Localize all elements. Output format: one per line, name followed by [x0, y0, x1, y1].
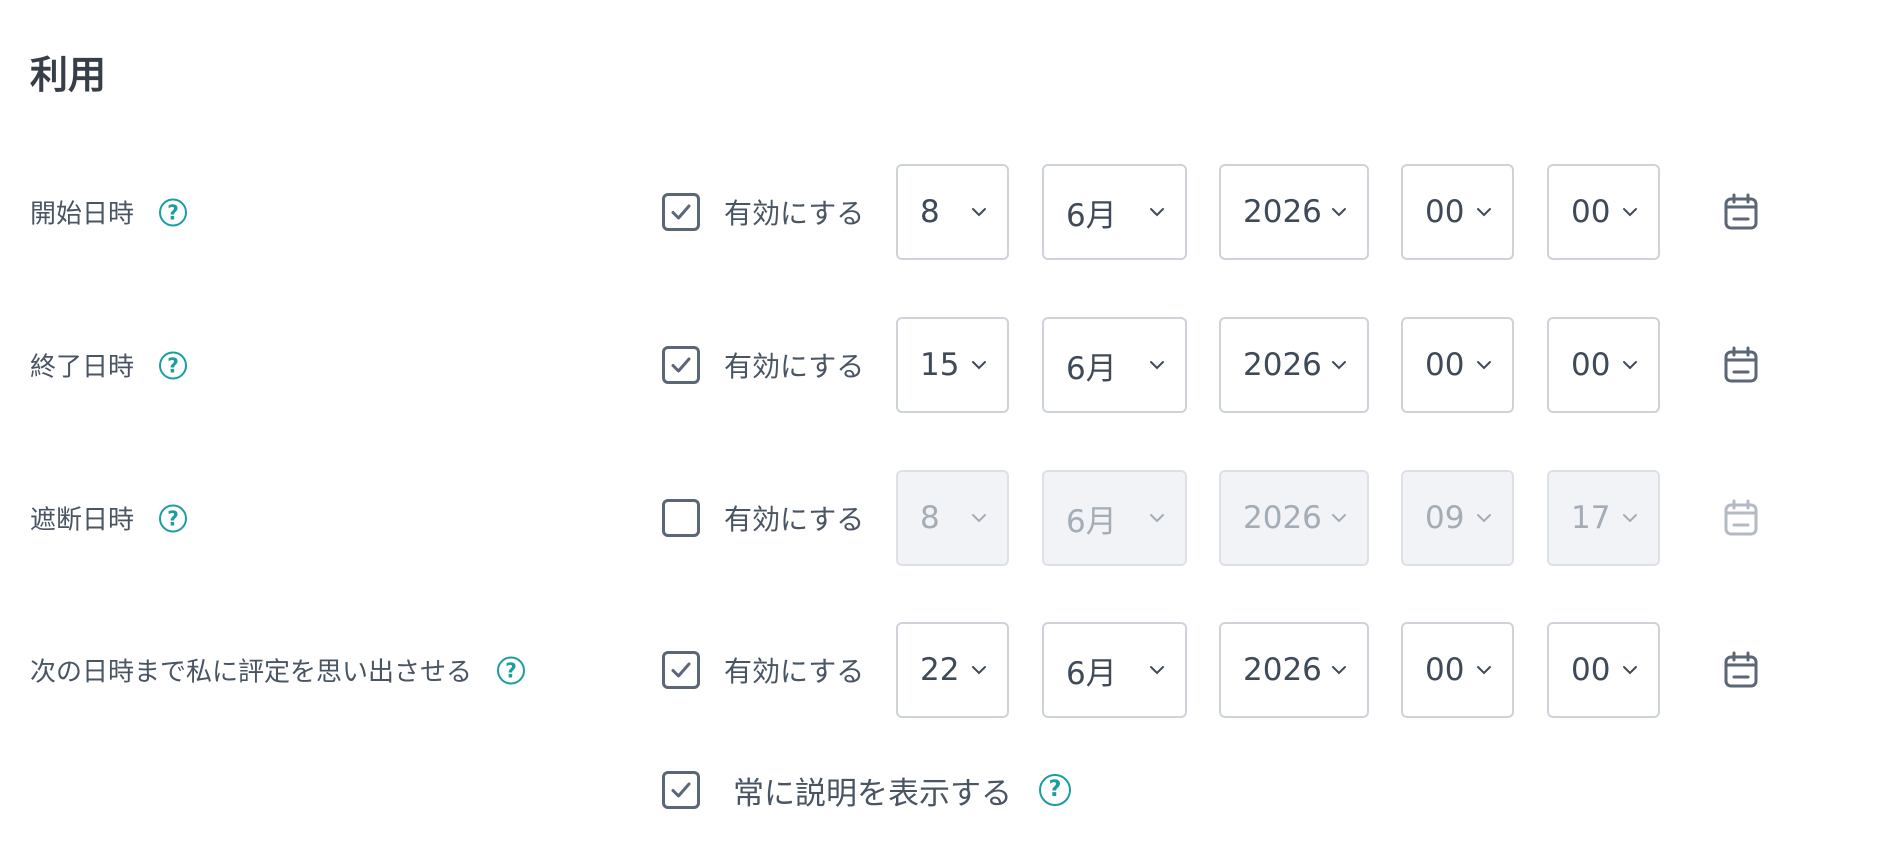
chevron-down-icon [1477, 208, 1491, 217]
chevron-down-icon [1332, 514, 1346, 523]
chevron-down-icon [1332, 208, 1346, 217]
hour-select: 09 [1401, 470, 1514, 566]
month-value: 6月 [1066, 503, 1117, 540]
enable-checkbox[interactable] [662, 651, 700, 689]
enable-checkbox[interactable] [662, 499, 700, 537]
calendar-icon[interactable] [1723, 193, 1759, 231]
minute-select[interactable]: 00 [1547, 622, 1660, 718]
month-select: 6月 [1042, 470, 1187, 566]
enable-checkbox[interactable] [662, 193, 700, 231]
chevron-down-icon [1623, 514, 1637, 523]
chevron-down-icon [972, 361, 986, 370]
date-row-cutoff: 遮断日時 ? 有効にする 8 6月 2026 09 17 [0, 470, 1894, 566]
enable-checkbox[interactable] [662, 346, 700, 384]
chevron-down-icon [1623, 208, 1637, 217]
row-label: 終了日時 ? [30, 347, 188, 384]
help-icon[interactable]: ? [497, 656, 526, 684]
date-row-end: 終了日時 ? 有効にする 15 6月 2026 00 00 [0, 317, 1894, 413]
minute-value: 17 [1571, 500, 1611, 536]
chevron-down-icon [1150, 208, 1164, 217]
checkmark-icon [671, 662, 691, 678]
enable-label: 有効にする [724, 655, 865, 688]
chevron-down-icon [972, 514, 986, 523]
chevron-down-icon [1332, 666, 1346, 675]
checkmark-icon [671, 782, 691, 798]
row-label: 次の日時まで私に評定を思い出させる ? [30, 652, 526, 689]
hour-select[interactable]: 00 [1401, 622, 1514, 718]
minute-value: 00 [1571, 347, 1611, 383]
enable-label: 有効にする [724, 197, 865, 230]
help-icon[interactable]: ? [159, 198, 188, 226]
chevron-down-icon [1150, 666, 1164, 675]
month-value: 6月 [1066, 655, 1117, 692]
day-value: 15 [920, 347, 960, 383]
day-select[interactable]: 22 [896, 622, 1009, 718]
help-icon[interactable]: ? [1039, 774, 1071, 806]
minute-select[interactable]: 00 [1547, 317, 1660, 413]
minute-value: 00 [1571, 194, 1611, 230]
always-show-checkbox[interactable] [662, 771, 700, 809]
row-label-text: 終了日時 [30, 352, 135, 383]
checkmark-icon [671, 204, 691, 220]
month-select[interactable]: 6月 [1042, 622, 1187, 718]
minute-select: 17 [1547, 470, 1660, 566]
enable-label: 有効にする [724, 503, 865, 536]
day-value: 8 [920, 194, 940, 230]
chevron-down-icon [972, 666, 986, 675]
chevron-down-icon [1150, 361, 1164, 370]
day-value: 8 [920, 500, 940, 536]
day-value: 22 [920, 652, 960, 688]
hour-value: 00 [1425, 194, 1465, 230]
hour-value: 00 [1425, 347, 1465, 383]
year-value: 2026 [1243, 194, 1322, 230]
year-value: 2026 [1243, 500, 1322, 536]
month-select[interactable]: 6月 [1042, 164, 1187, 260]
always-show-label: 常に説明を表示する [733, 775, 1012, 812]
row-label-text: 開始日時 [30, 199, 135, 230]
help-icon[interactable]: ? [159, 504, 188, 532]
always-show-description: 常に説明を表示する ? [662, 770, 1071, 812]
chevron-down-icon [1477, 514, 1491, 523]
year-value: 2026 [1243, 347, 1322, 383]
chevron-down-icon [1150, 514, 1164, 523]
day-select: 8 [896, 470, 1009, 566]
calendar-icon [1724, 499, 1758, 536]
row-label-text: 遮断日時 [30, 505, 135, 536]
date-row-start: 開始日時 ? 有効にする 8 6月 2026 00 00 [0, 164, 1894, 260]
enable-label: 有効にする [724, 350, 865, 383]
section-title: 利用 [30, 53, 107, 97]
help-icon[interactable]: ? [159, 351, 188, 379]
year-value: 2026 [1243, 652, 1322, 688]
chevron-down-icon [1477, 361, 1491, 370]
year-select[interactable]: 2026 [1219, 164, 1369, 260]
chevron-down-icon [1623, 666, 1637, 675]
date-row-reminder: 次の日時まで私に評定を思い出させる ? 有効にする 22 6月 2026 00 … [0, 622, 1894, 718]
minute-value: 00 [1571, 652, 1611, 688]
minute-select[interactable]: 00 [1547, 164, 1660, 260]
calendar-icon[interactable] [1723, 346, 1759, 384]
chevron-down-icon [972, 208, 986, 217]
row-label-text: 次の日時まで私に評定を思い出させる [30, 657, 473, 688]
month-value: 6月 [1066, 350, 1117, 387]
row-label: 開始日時 ? [30, 194, 188, 231]
day-select[interactable]: 15 [896, 317, 1009, 413]
chevron-down-icon [1623, 361, 1637, 370]
hour-select[interactable]: 00 [1401, 164, 1514, 260]
month-select[interactable]: 6月 [1042, 317, 1187, 413]
calendar-icon[interactable] [1723, 651, 1759, 689]
year-select[interactable]: 2026 [1219, 317, 1369, 413]
hour-value: 00 [1425, 652, 1465, 688]
year-select: 2026 [1219, 470, 1369, 566]
chevron-down-icon [1332, 361, 1346, 370]
day-select[interactable]: 8 [896, 164, 1009, 260]
hour-select[interactable]: 00 [1401, 317, 1514, 413]
year-select[interactable]: 2026 [1219, 622, 1369, 718]
hour-value: 09 [1425, 500, 1465, 536]
row-label: 遮断日時 ? [30, 500, 188, 537]
month-value: 6月 [1066, 197, 1117, 234]
checkmark-icon [671, 357, 691, 373]
chevron-down-icon [1477, 666, 1491, 675]
